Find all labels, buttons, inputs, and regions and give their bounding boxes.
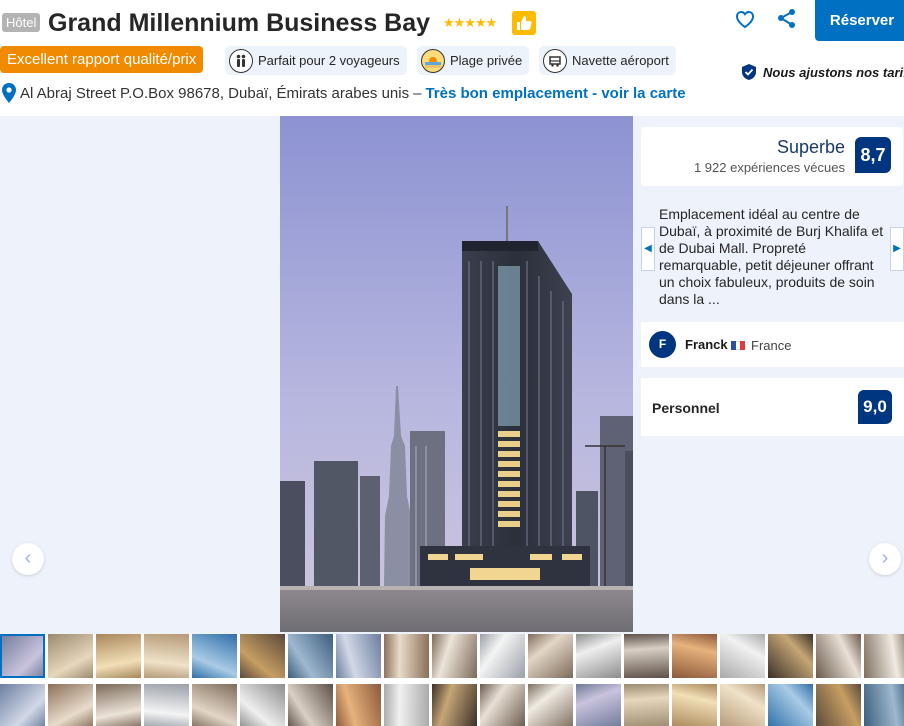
gallery-thumbnail[interactable]: [720, 684, 765, 726]
price-match-note: Nous ajustons nos tarifs: [740, 63, 904, 81]
address-text: Al Abraj Street P.O.Box 98678, Dubaï, Ém…: [20, 84, 410, 102]
value-for-money-badge: Excellent rapport qualité/prix: [0, 46, 204, 73]
gallery-thumbnail[interactable]: [192, 634, 237, 678]
gallery-thumbnail[interactable]: [0, 684, 45, 726]
reviewer-info: F Franck France: [641, 322, 904, 367]
gallery-thumbnail[interactable]: [432, 634, 477, 678]
property-header: Hôtel Grand Millennium Business Bay ★★★★…: [0, 0, 904, 116]
review-next-button[interactable]: ▶: [890, 227, 904, 271]
gallery-thumbnail[interactable]: [576, 634, 621, 678]
address-row: Al Abraj Street P.O.Box 98678, Dubaï, Ém…: [0, 81, 686, 105]
review-prev-button[interactable]: ◀: [641, 227, 655, 271]
gallery-thumbnail[interactable]: [384, 634, 429, 678]
chip-travelers-label: Parfait pour 2 voyageurs: [258, 53, 400, 68]
gallery-thumbnail[interactable]: [96, 634, 141, 678]
shield-check-icon: [742, 64, 756, 80]
gallery-thumbnail[interactable]: [336, 684, 381, 726]
gallery-thumbnail[interactable]: [864, 634, 904, 678]
score-badge: 8,7: [855, 137, 891, 173]
thumbnail-strip: [0, 634, 904, 726]
gallery-thumbnail[interactable]: [576, 684, 621, 726]
gallery-thumbnail[interactable]: [528, 634, 573, 678]
price-match-text: Nous ajustons nos tarifs: [763, 64, 904, 80]
gallery-thumbnail[interactable]: [144, 634, 189, 678]
travelers-icon: [229, 48, 253, 73]
gallery-thumbnail[interactable]: [864, 684, 904, 726]
beach-icon: [421, 48, 445, 73]
gallery-thumbnail[interactable]: [432, 684, 477, 726]
gallery-thumbnail[interactable]: [48, 684, 93, 726]
review-text: Emplacement idéal au centre de Dubaï, à …: [659, 206, 884, 307]
gallery-thumbnail[interactable]: [288, 634, 333, 678]
gallery-thumbnail[interactable]: [96, 684, 141, 726]
main-hotel-photo[interactable]: [280, 116, 633, 632]
map-pin-icon: [2, 83, 16, 103]
gallery-thumbnail[interactable]: [0, 634, 45, 678]
france-flag-icon: [731, 341, 746, 350]
hotel-page: Hôtel Grand Millennium Business Bay ★★★★…: [0, 0, 904, 726]
gallery-thumbnail[interactable]: [480, 634, 525, 678]
avatar: F: [649, 331, 676, 358]
shuttle-icon: [543, 48, 567, 73]
gallery-thumbnail[interactable]: [288, 684, 333, 726]
show-map-link[interactable]: Très bon emplacement - voir la carte: [425, 85, 685, 102]
thumbs-up-icon: [512, 11, 536, 35]
gallery-thumbnail[interactable]: [240, 634, 285, 678]
gallery-thumbnail[interactable]: [768, 684, 813, 726]
gallery-thumbnail[interactable]: [672, 684, 717, 726]
reserve-button[interactable]: Réserver: [815, 0, 904, 41]
property-type-badge: Hôtel: [2, 13, 41, 32]
chip-travelers: Parfait pour 2 voyageurs: [225, 46, 407, 75]
star-rating: ★★★★★: [443, 15, 497, 30]
gallery-thumbnail[interactable]: [336, 634, 381, 678]
reviewer-name: Franck: [685, 337, 728, 352]
gallery-thumbnail[interactable]: [144, 684, 189, 726]
property-title: Grand Millennium Business Bay: [48, 9, 431, 37]
review-score-card[interactable]: Superbe 1 922 expériences vécues 8,7: [641, 127, 903, 186]
chip-shuttle: Navette aéroport: [539, 46, 676, 75]
reviewer-country: France: [751, 338, 792, 353]
gallery-thumbnail[interactable]: [624, 684, 669, 726]
gallery-thumbnail[interactable]: [48, 634, 93, 678]
gallery-thumbnail[interactable]: [816, 684, 861, 726]
gallery-thumbnail[interactable]: [672, 634, 717, 678]
gallery-thumbnail[interactable]: [480, 684, 525, 726]
score-word: Superbe: [776, 137, 845, 157]
staff-label: Personnel: [652, 400, 720, 416]
gallery-prev-button[interactable]: ‹: [12, 543, 44, 575]
chip-beach-label: Plage privée: [450, 53, 523, 68]
gallery-thumbnail[interactable]: [768, 634, 813, 678]
share-icon[interactable]: [774, 6, 800, 32]
gallery-thumbnail[interactable]: [240, 684, 285, 726]
chip-shuttle-label: Navette aéroport: [572, 53, 669, 68]
gallery-thumbnail[interactable]: [624, 634, 669, 678]
heart-icon[interactable]: [732, 6, 758, 32]
chip-beach: Plage privée: [417, 46, 530, 75]
gallery-next-button[interactable]: ›: [869, 543, 901, 575]
staff-score-badge: 9,0: [858, 390, 892, 424]
staff-score-card: Personnel 9,0: [641, 378, 904, 436]
gallery-thumbnail[interactable]: [720, 634, 765, 678]
review-count: 1 922 expériences vécues: [693, 160, 845, 175]
guest-review-card: ◀ Emplacement idéal au centre de Dubaï, …: [641, 193, 904, 314]
gallery-thumbnail[interactable]: [192, 684, 237, 726]
gallery-thumbnail[interactable]: [528, 684, 573, 726]
address-separator: –: [413, 84, 422, 102]
gallery-thumbnail[interactable]: [384, 684, 429, 726]
gallery-thumbnail[interactable]: [816, 634, 861, 678]
